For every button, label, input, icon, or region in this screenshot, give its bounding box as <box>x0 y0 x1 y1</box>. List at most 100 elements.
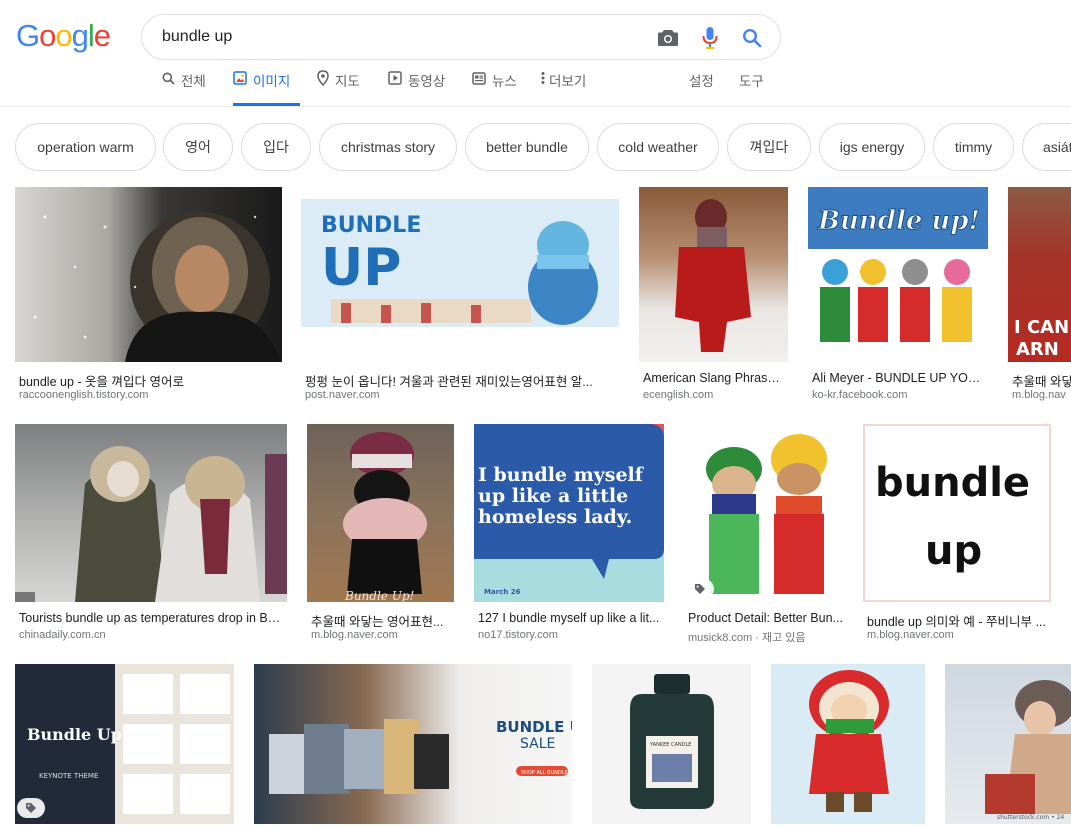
art-text: shutterstock.com • 24 <box>997 814 1064 821</box>
result-thumbnail <box>15 187 282 362</box>
image-icon <box>233 70 247 86</box>
camera-icon[interactable] <box>656 26 680 50</box>
result-caption: Ali Meyer - BUNDLE UP YOUR ... <box>812 371 984 385</box>
image-result[interactable]: BUNDLE UP SALE SHOP ALL BUNDLES <box>254 664 572 824</box>
play-icon <box>388 70 402 86</box>
chip[interactable]: 입다 <box>241 123 311 171</box>
result-caption: bundle up - 옷을 껴입다 영어로 <box>19 375 184 389</box>
chip[interactable]: better bundle <box>465 123 589 171</box>
image-result[interactable]: shutterstock.com • 24 <box>945 664 1071 824</box>
image-result[interactable]: YANKEE CANDLE <box>592 664 751 824</box>
result-thumbnail <box>771 664 925 824</box>
result-caption: bundle up 의미와 예 - 쭈비니부 ... <box>867 615 1046 629</box>
search-icon <box>162 70 175 86</box>
search-input[interactable] <box>162 25 642 49</box>
result-thumbnail: BUNDLE UP SALE SHOP ALL BUNDLES <box>254 664 572 824</box>
result-source-row: musick8.com · 재고 있음 <box>688 629 843 645</box>
result-thumbnail: Bundle up! <box>808 187 988 362</box>
chip[interactable]: christmas story <box>319 123 457 171</box>
result-caption: Product Detail: Better Bun... <box>688 611 843 625</box>
art-text: bundle <box>875 460 1030 506</box>
tab-label: 뉴스 <box>492 74 517 89</box>
chip[interactable]: 껴입다 <box>727 123 811 171</box>
map-pin-icon <box>317 70 329 86</box>
result-source: ko-kr.facebook.com <box>812 389 908 401</box>
price-tag-icon <box>17 798 45 818</box>
result-thumbnail <box>639 187 788 362</box>
result-thumbnail: I bundle myself up like a little homeles… <box>474 424 664 602</box>
result-source: post.naver.com <box>305 389 380 401</box>
chip[interactable]: 영어 <box>163 123 233 171</box>
tab-label: 전체 <box>181 74 206 89</box>
art-text: SHOP ALL BUNDLES <box>521 770 571 776</box>
art-text: I bundle myself <box>478 464 645 486</box>
art-text: March 26 <box>484 588 521 596</box>
result-caption: Tourists bundle up as temperatures drop … <box>19 611 283 625</box>
tab-maps[interactable]: 지도 <box>317 70 360 106</box>
tab-label: 동영상 <box>408 74 446 89</box>
tab-more[interactable]: 더보기 <box>541 70 586 106</box>
logo-letter: o <box>55 18 72 53</box>
chip[interactable]: operation warm <box>15 123 156 171</box>
tab-videos[interactable]: 동영상 <box>388 70 445 106</box>
result-thumbnail <box>15 424 287 602</box>
result-thumbnail: Bundle Up! <box>307 424 454 602</box>
chip[interactable]: timmy <box>933 123 1014 171</box>
art-text: BUNDLE <box>321 213 421 238</box>
header-divider <box>0 106 1071 107</box>
logo-letter: o <box>39 18 56 53</box>
result-source: no17.tistory.com <box>478 629 558 641</box>
art-text: up like a little <box>478 485 628 507</box>
image-result[interactable] <box>771 664 925 824</box>
art-text: Bundle up! <box>817 206 980 236</box>
image-result[interactable]: Bundle Up! 추울때 와닿는 영어표현... m.blog.naver.… <box>307 424 454 642</box>
result-source: ecenglish.com <box>643 389 714 401</box>
art-text: SALE <box>520 736 555 752</box>
chip[interactable]: igs energy <box>819 123 925 171</box>
art-text: KEYNOTE THEME <box>39 772 98 780</box>
tools-link[interactable]: 도구 <box>739 70 764 90</box>
image-result[interactable]: bundle up - 옷을 껴입다 영어로 raccoonenglish.ti… <box>15 187 282 402</box>
art-text: UP <box>321 238 401 298</box>
image-result[interactable]: Product Detail: Better Bun... musick8.co… <box>684 424 843 645</box>
image-result[interactable]: Bundle up! Ali Meyer - BUNDLE UP YOUR ..… <box>808 187 988 402</box>
tab-label: 더보기 <box>549 74 587 89</box>
result-thumbnail: Bundle Up KEYNOTE THEME <box>15 664 234 824</box>
result-source: musick8.com <box>688 632 753 644</box>
result-caption: 127 I bundle myself up like a lit... <box>478 611 660 625</box>
image-result[interactable]: BUNDLE UP 펑펑 눈이 옵니다! 겨울과 관련된 재미있는영어표현 알.… <box>301 187 619 402</box>
tab-label: 지도 <box>335 74 360 89</box>
result-source: m.blog.naver.com <box>311 629 398 641</box>
chip[interactable]: asiát <box>1022 123 1071 171</box>
image-result[interactable]: Bundle Up KEYNOTE THEME <box>15 664 234 824</box>
art-text: I CAN <box>1014 317 1069 338</box>
result-thumbnail: YANKEE CANDLE <box>592 664 751 824</box>
image-result[interactable]: Tourists bundle up as temperatures drop … <box>15 424 287 642</box>
result-source: m.blog.nav <box>1012 389 1066 401</box>
google-logo[interactable]: Google <box>16 18 111 54</box>
result-thumbnail: shutterstock.com • 24 <box>945 664 1071 824</box>
search-icon[interactable] <box>740 26 764 50</box>
result-caption: 추울때 와닿 <box>1012 375 1071 389</box>
settings-link[interactable]: 설정 <box>689 70 714 90</box>
tab-all[interactable]: 전체 <box>162 70 206 106</box>
result-source: raccoonenglish.tistory.com <box>19 389 149 401</box>
news-icon <box>472 70 486 86</box>
tab-news[interactable]: 뉴스 <box>472 70 517 106</box>
result-thumbnail <box>684 424 843 602</box>
image-result[interactable]: I bundle myself up like a little homeles… <box>474 424 664 642</box>
image-result[interactable]: I CAN ARN 추울때 와닿 m.blog.nav <box>1008 187 1071 402</box>
art-text: Bundle Up <box>27 725 122 744</box>
result-source: m.blog.naver.com <box>867 629 954 641</box>
mic-icon[interactable] <box>698 26 722 50</box>
in-stock-label: · 재고 있음 <box>752 632 806 644</box>
result-caption: 추울때 와닿는 영어표현... <box>311 615 444 629</box>
result-caption: 펑펑 눈이 옵니다! 겨울과 관련된 재미있는영어표현 알... <box>305 375 593 389</box>
chip[interactable]: cold weather <box>597 123 719 171</box>
tab-label: 이미지 <box>253 74 291 89</box>
art-text: ARN <box>1016 339 1059 360</box>
image-result[interactable]: bundle up bundle up 의미와 예 - 쭈비니부 ... m.b… <box>863 424 1051 642</box>
image-result[interactable]: American Slang Phrase:... ecenglish.com <box>639 187 788 402</box>
art-text: homeless lady. <box>478 506 632 528</box>
tab-images[interactable]: 이미지 <box>233 70 300 106</box>
